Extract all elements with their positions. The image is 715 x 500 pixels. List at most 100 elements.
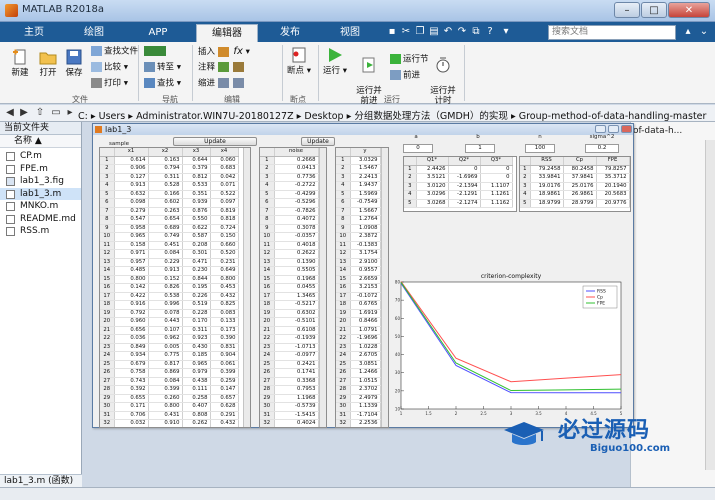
table-cell[interactable]: 0.6302 (274, 309, 319, 319)
table-cell[interactable]: 0.430 (182, 343, 211, 353)
table-cell[interactable]: 0.107 (148, 326, 183, 336)
table-cell[interactable]: 37.9841 (563, 173, 597, 183)
back-forward-buttons[interactable] (144, 46, 168, 58)
breadcrumb-folder[interactable]: Group-method-of-data-handling-master (519, 111, 707, 122)
table-cell[interactable]: 0.351 (182, 190, 211, 200)
table-cell[interactable]: 0.817 (148, 360, 183, 370)
b-input[interactable]: 1 (465, 144, 495, 153)
maximize-button[interactable]: □ (641, 2, 667, 18)
browse-folder-icon[interactable]: ▭ (50, 107, 62, 119)
table-cell[interactable]: 2.2536 (350, 419, 381, 427)
update-sample-button[interactable]: Update (173, 137, 257, 146)
table-cell[interactable]: 0.399 (210, 368, 239, 378)
table-cell[interactable]: 0.800 (210, 275, 239, 285)
breadcrumb-desktop[interactable]: Desktop (304, 111, 343, 122)
table-cell[interactable]: 0.133 (210, 317, 239, 327)
table-cell[interactable]: 0.443 (148, 317, 183, 327)
table-cell[interactable]: 0.230 (182, 266, 211, 276)
table-cell[interactable]: 0.934 (114, 351, 149, 361)
table-cell[interactable]: 0.904 (210, 351, 239, 361)
table-cell[interactable]: 0.208 (182, 241, 211, 251)
close-window-button[interactable]: ✕ (668, 2, 710, 18)
sigma-input[interactable]: 0.2 (585, 144, 619, 153)
table-cell[interactable]: -2.1394 (448, 182, 481, 192)
table-cell[interactable]: 0.649 (210, 266, 239, 276)
table-cell[interactable]: 3.0851 (350, 360, 381, 370)
table-cell[interactable]: 2.3702 (350, 385, 381, 395)
file-item[interactable]: RSS.m (0, 225, 81, 238)
table-cell[interactable]: -0.5101 (274, 317, 319, 327)
table-cell[interactable]: 80.2458 (563, 165, 597, 175)
y-scrollbar[interactable] (381, 148, 388, 427)
figure-minimize-button[interactable] (595, 125, 606, 133)
table-cell[interactable]: 0.485 (114, 266, 149, 276)
table-cell[interactable]: 0.960 (114, 317, 149, 327)
table-cell[interactable]: 0.965 (114, 232, 149, 242)
table-cell[interactable]: 0.749 (148, 232, 183, 242)
table-cell[interactable]: 0.550 (182, 215, 211, 225)
table-cell[interactable]: 1.2764 (350, 215, 381, 225)
table-cell[interactable]: 0.083 (210, 309, 239, 319)
find-files-button[interactable]: 查找文件 (91, 46, 138, 58)
table-cell[interactable]: 0.2421 (274, 360, 319, 370)
table-cell[interactable]: 0.042 (210, 173, 239, 183)
table-cell[interactable]: 0.229 (148, 258, 183, 268)
q-coefficients-table[interactable]: Q1* Q2* Q3* 1 2.4426 0 0 2 3.5121 -1.6969 0 3 3.0120… (403, 156, 517, 212)
table-cell[interactable]: 0.587 (182, 232, 211, 242)
table-cell[interactable]: 0.655 (114, 394, 149, 404)
table-cell[interactable]: 0.7953 (274, 385, 319, 395)
table-cell[interactable]: 20.9776 (596, 199, 630, 209)
table-cell[interactable]: 0.939 (182, 198, 211, 208)
file-item[interactable]: lab1_3.fig (0, 175, 81, 188)
table-cell[interactable]: 0.0455 (274, 283, 319, 293)
table-cell[interactable]: 0.453 (210, 283, 239, 293)
table-cell[interactable]: -1.7104 (350, 411, 381, 421)
table-cell[interactable]: 0.965 (182, 360, 211, 370)
table-cell[interactable]: 3.0268 (416, 199, 449, 209)
tab-editor[interactable]: 编辑器 (196, 24, 258, 42)
table-cell[interactable]: -0.5217 (274, 300, 319, 310)
table-cell[interactable]: 3.2153 (350, 283, 381, 293)
table-cell[interactable]: 0.683 (210, 164, 239, 174)
table-cell[interactable]: 0.259 (210, 377, 239, 387)
table-cell[interactable]: -0.5296 (274, 198, 319, 208)
table-cell[interactable]: 0.451 (148, 241, 183, 251)
notification-icon[interactable]: ▴ (682, 26, 694, 38)
table-cell[interactable]: 0.260 (148, 394, 183, 404)
table-cell[interactable]: 2.6705 (350, 351, 381, 361)
tab-home[interactable]: 主页 (8, 24, 60, 42)
table-cell[interactable]: 3.0329 (350, 156, 381, 166)
table-cell[interactable]: 0.869 (148, 368, 183, 378)
table-cell[interactable]: 1.0228 (350, 343, 381, 353)
table-cell[interactable]: 0.547 (114, 215, 149, 225)
table-cell[interactable]: 1.0515 (350, 377, 381, 387)
table-cell[interactable]: 0.158 (114, 241, 149, 251)
table-cell[interactable]: 0.438 (182, 377, 211, 387)
table-cell[interactable]: 1.5969 (350, 190, 381, 200)
table-cell[interactable]: 0.706 (114, 411, 149, 421)
table-cell[interactable]: 0.432 (210, 419, 239, 427)
table-cell[interactable]: 0.097 (210, 198, 239, 208)
table-cell[interactable]: 0.8466 (350, 317, 381, 327)
table-cell[interactable]: 0.392 (114, 385, 149, 395)
table-cell[interactable]: 0.628 (210, 402, 239, 412)
search-documentation-input[interactable]: 搜索文档 (548, 25, 676, 40)
table-cell[interactable]: 0.173 (210, 326, 239, 336)
save-quick-icon[interactable]: ▪ (386, 26, 398, 38)
noise-scrollbar[interactable] (319, 148, 326, 427)
figure-maximize-button[interactable] (608, 125, 619, 133)
file-item[interactable]: FPE.m (0, 163, 81, 176)
table-cell[interactable]: 0.147 (210, 385, 239, 395)
table-cell[interactable]: 0.258 (182, 394, 211, 404)
table-cell[interactable]: 1.5667 (350, 207, 381, 217)
table-cell[interactable]: 0.800 (148, 402, 183, 412)
table-cell[interactable]: 0.279 (114, 207, 149, 217)
table-cell[interactable]: 0.758 (114, 368, 149, 378)
table-cell[interactable]: 2.9100 (350, 258, 381, 268)
table-cell[interactable]: 0.471 (182, 258, 211, 268)
forward-arrow-icon[interactable]: ▶ (18, 107, 30, 119)
y-table[interactable]: y 1 3.0329 2 1.5467 3 2.2413 4 1.9437 5 1.5969 6 -0.… (335, 147, 389, 428)
table-cell[interactable]: 0.098 (114, 198, 149, 208)
print-button[interactable]: 打印 ▾ (91, 78, 128, 90)
table-cell[interactable]: -1.6969 (448, 173, 481, 183)
